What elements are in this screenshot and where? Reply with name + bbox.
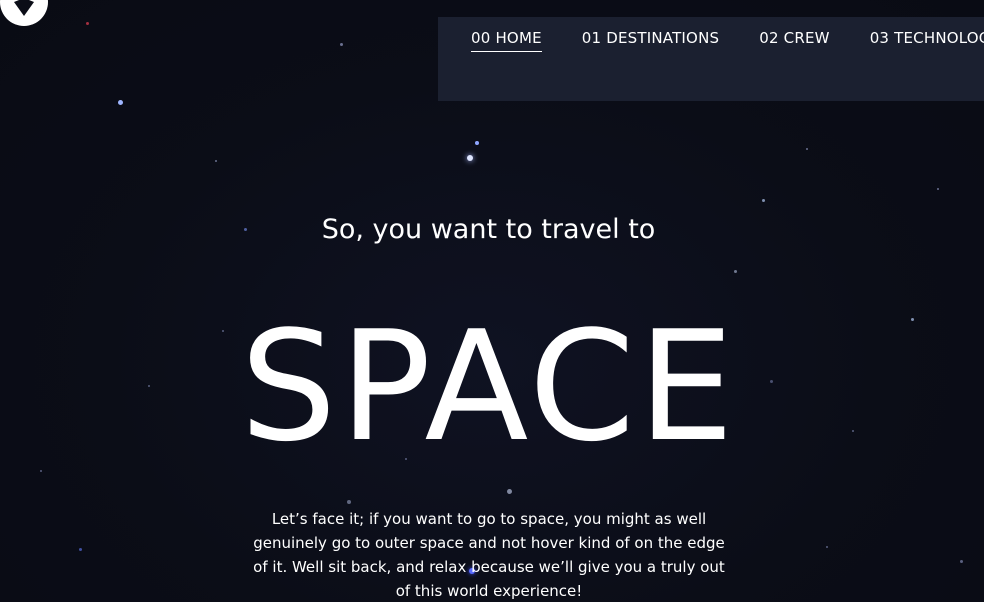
star xyxy=(215,160,217,162)
star xyxy=(762,199,765,202)
nav-item-crew[interactable]: 02 CREW xyxy=(759,29,829,52)
hero-subtitle: So, you want to travel to xyxy=(321,214,656,245)
star xyxy=(960,560,963,563)
star xyxy=(340,43,343,46)
star xyxy=(467,155,473,161)
star xyxy=(86,22,89,25)
star xyxy=(475,141,479,145)
hero-description: Let’s face it; if you want to go to spac… xyxy=(253,510,725,600)
logo-icon xyxy=(14,0,34,16)
star xyxy=(347,500,351,504)
nav-item-technologies[interactable]: 03 TECHNOLOGIES xyxy=(870,29,984,52)
star xyxy=(826,546,828,548)
star xyxy=(806,148,808,150)
star xyxy=(937,188,939,190)
hero-title: SPACE xyxy=(240,298,737,475)
nav-item-destinations[interactable]: 01 DESTINATIONS xyxy=(582,29,719,52)
star xyxy=(507,489,512,494)
nav-item-home[interactable]: 00 HOME xyxy=(471,29,542,52)
star xyxy=(734,270,737,273)
star xyxy=(118,100,123,105)
star xyxy=(79,548,82,551)
main-navigation: 00 HOME 01 DESTINATIONS 02 CREW 03 TECHN… xyxy=(438,17,984,101)
page: 00 HOME 01 DESTINATIONS 02 CREW 03 TECHN… xyxy=(0,0,984,602)
